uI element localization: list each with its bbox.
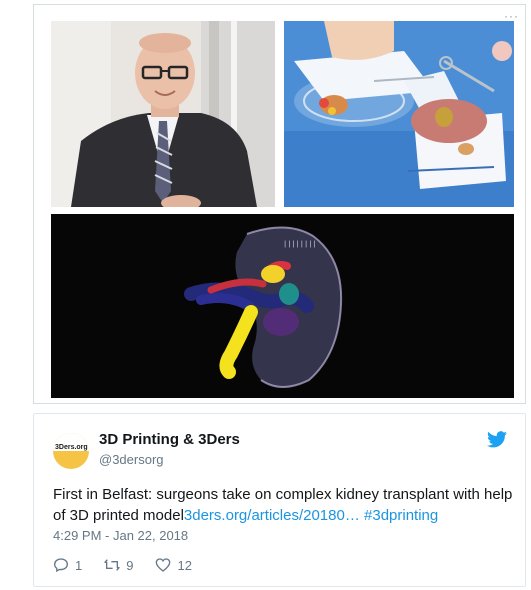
retweet-icon xyxy=(104,559,120,571)
avatar-logo-text: 3Ders.org xyxy=(55,444,88,451)
kidney-surgery-image[interactable] xyxy=(284,21,514,207)
reply-button[interactable]: 1 xyxy=(53,557,82,573)
retweet-button[interactable]: 9 xyxy=(104,557,133,573)
retweet-count: 9 xyxy=(126,557,134,573)
like-count: 12 xyxy=(177,557,192,573)
tweet-media-collage[interactable]: ··· |||||||| xyxy=(33,4,526,404)
tweet-timestamp[interactable]: 4:29 PM - Jan 22, 2018 xyxy=(53,528,188,543)
tweet-actions: 1 9 12 xyxy=(53,555,214,575)
heart-icon xyxy=(156,558,171,572)
tweet-handle[interactable]: @3dersorg xyxy=(99,452,164,467)
like-button[interactable]: 12 xyxy=(155,557,192,573)
embedded-tweet[interactable]: 3Ders.org 3D Printing & 3Ders @3dersorg … xyxy=(33,413,526,587)
avatar[interactable]: 3Ders.org xyxy=(53,433,89,469)
svg-text:||||||||: |||||||| xyxy=(283,241,317,249)
tweet-hashtag[interactable]: #3dprinting xyxy=(364,507,438,524)
tweet-display-name[interactable]: 3D Printing & 3Ders xyxy=(99,431,240,448)
tweet-link[interactable]: 3ders.org/articles/20180… xyxy=(184,507,360,524)
reply-count: 1 xyxy=(75,557,83,573)
surgeon-portrait-image[interactable] xyxy=(51,21,275,207)
3d-kidney-model-image[interactable]: |||||||| xyxy=(51,214,514,398)
twitter-bird-icon[interactable] xyxy=(487,431,507,448)
tweet-text: First in Belfast: surgeons take on compl… xyxy=(53,484,518,526)
reply-icon xyxy=(53,558,69,573)
